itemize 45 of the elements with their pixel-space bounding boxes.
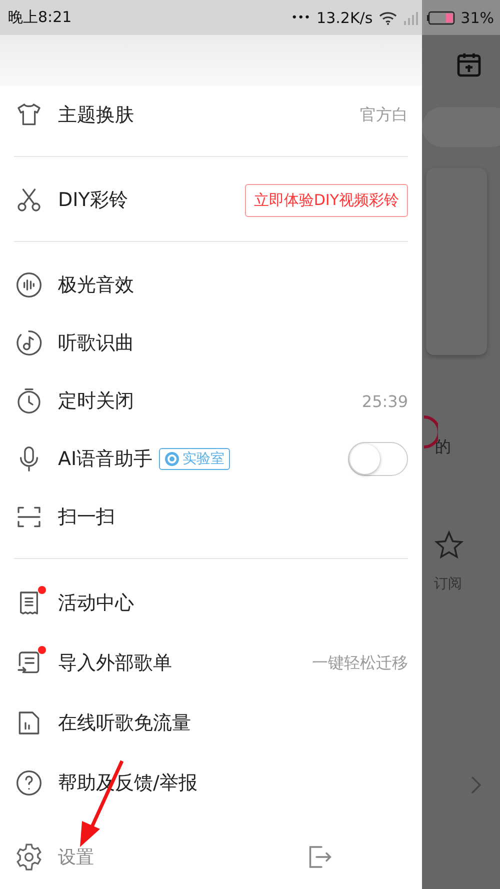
chevron-icon [470,775,482,795]
music-note-icon [15,329,43,358]
battery-icon [426,10,455,24]
menu-item-label: 在线听歌免流量 [58,711,191,736]
menu-item-label: 定时关闭 [58,389,134,414]
signal-icon [402,10,421,24]
menu-item-value: 官方白 [360,104,408,126]
menu-item[interactable]: AI语音助手 实验室 [14,430,408,488]
scissors-icon [15,186,43,214]
status-dots: ••• [291,11,311,24]
status-time: 晚上8:21 [8,8,72,27]
partial-label: 的 [435,437,451,458]
lab-tag: 实验室 [158,448,230,470]
toggle-switch[interactable] [348,442,408,476]
menu-item[interactable]: DIY彩铃 立即体验DIY视频彩铃 [14,171,408,230]
sound-wave-icon [15,271,43,300]
menu-item-label: 导入外部歌单 [58,651,172,676]
battery-percent: 31% [460,8,494,26]
diy-video-ringtone-button[interactable]: 立即体验DIY视频彩铃 [244,184,408,217]
menu-item-label: 听歌识曲 [58,331,134,356]
timer-icon [15,387,43,416]
menu-item[interactable]: 听歌识曲 [14,314,408,372]
menu-item[interactable]: 极光音效 [14,256,408,314]
menu-item[interactable]: 扫一扫 [14,488,408,546]
menu-item-label: 扫一扫 [58,505,115,530]
menu-item-label: 主题换肤 [58,103,134,128]
menu-item-label: DIY彩铃 [58,188,128,214]
menu-item-label: AI语音助手 [58,447,153,472]
menu-item-value: 一键轻松迁移 [312,652,408,674]
star-icon [434,530,464,560]
menu-item[interactable]: 活动中心 [14,573,408,634]
menu-item[interactable]: 定时关闭 25:39 [14,372,408,430]
network-speed: 13.2K/s [316,8,373,26]
menu-item-label: 极光音效 [58,273,134,298]
menu-item-label: 活动中心 [58,591,134,616]
calendar-icon [455,51,483,79]
settings-icon[interactable] [14,842,44,872]
menu-item-value: 25:39 [362,392,408,411]
wifi-icon [378,10,397,24]
menu-item[interactable]: 导入外部歌单 一键轻松迁移 [14,633,408,694]
menu-item[interactable]: 在线听歌免流量 [14,693,408,754]
help-icon [15,769,43,798]
settings-label[interactable]: 设置 [58,845,94,870]
ring-icon [422,415,438,449]
menu-item[interactable]: 主题换肤 官方白 [14,86,408,144]
